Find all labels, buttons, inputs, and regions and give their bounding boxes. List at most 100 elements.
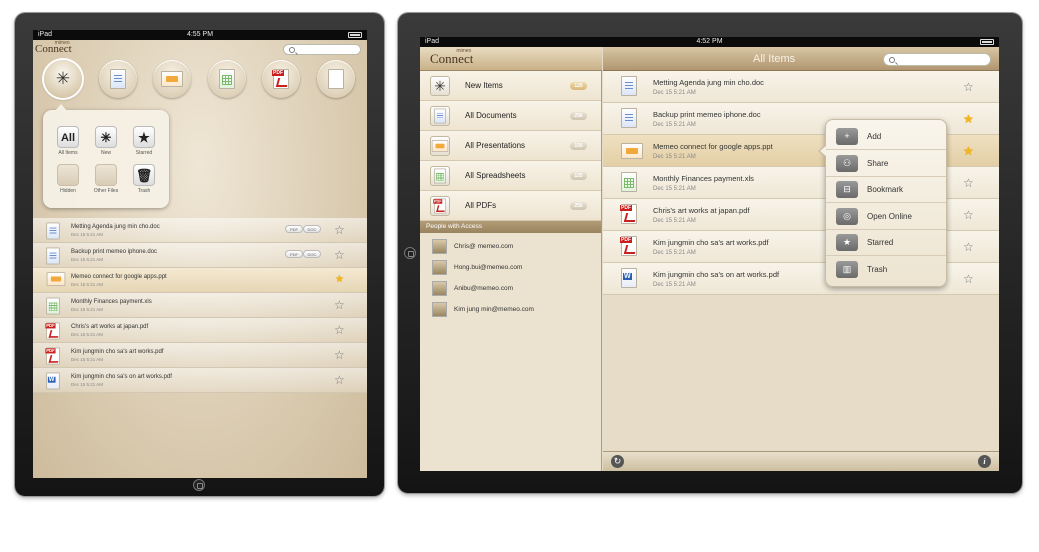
category-button-3[interactable] bbox=[207, 60, 246, 98]
file-name: Metting Agenda jung min cho.doc bbox=[653, 78, 764, 87]
filter-label: All Items bbox=[58, 150, 78, 156]
file-row[interactable]: Monthly Finances payment.xls Dec 15 5:21 … bbox=[33, 293, 367, 318]
menu-item-label: Trash bbox=[867, 264, 888, 274]
file-date: Dec 15 5:21 AM bbox=[653, 122, 696, 128]
convert-doc-button[interactable]: DOC bbox=[303, 225, 321, 233]
filter-other-files-button[interactable] bbox=[95, 164, 117, 186]
star-icon[interactable]: ☆ bbox=[334, 324, 345, 336]
star-icon[interactable]: ☆ bbox=[963, 241, 974, 253]
star-icon[interactable]: ★ bbox=[963, 145, 974, 157]
menu-item-starred[interactable]: ★ Starred bbox=[826, 230, 946, 256]
info-icon[interactable]: i bbox=[978, 455, 991, 468]
person-item[interactable]: Chris@ memeo.com bbox=[420, 237, 601, 258]
menu-item-open-online[interactable]: ◎ Open Online bbox=[826, 204, 946, 230]
pdf-file-icon bbox=[620, 236, 637, 256]
bookmark-icon: ⊟ bbox=[836, 181, 858, 198]
file-name: Chris's art works at japan.pdf bbox=[653, 206, 750, 215]
sidebar-icon-frame: ✳ bbox=[430, 76, 450, 96]
search-input[interactable] bbox=[883, 53, 991, 66]
ipad-landscape: iPad 4:52 PM mimeo Connect All Items ✳ Ne… bbox=[398, 13, 1022, 493]
convert-doc-button[interactable]: DOC bbox=[303, 250, 321, 258]
file-row[interactable]: Metting Agenda jung min cho.doc Dec 15 5:… bbox=[33, 218, 367, 243]
home-button[interactable] bbox=[404, 247, 416, 259]
menu-item-share[interactable]: ⚇ Share bbox=[826, 151, 946, 177]
file-date: Dec 15 5:21 AM bbox=[653, 250, 696, 256]
refresh-icon[interactable]: ↻ bbox=[611, 455, 624, 468]
search-icon bbox=[889, 57, 895, 63]
search-input[interactable] bbox=[283, 44, 361, 55]
filter-hidden-button[interactable] bbox=[57, 164, 79, 186]
pdf-file-icon bbox=[45, 347, 60, 365]
file-row[interactable]: Kim jungmin cho sa's art works.pdf Dec 15… bbox=[33, 343, 367, 368]
star-icon[interactable]: ☆ bbox=[963, 177, 974, 189]
pdf-file-icon bbox=[45, 322, 60, 340]
sidebar-item-all-pdfs[interactable]: All PDFs 256 bbox=[420, 191, 601, 221]
file-date: Dec 15 5:21 AM bbox=[71, 232, 104, 237]
category-button-4[interactable] bbox=[262, 60, 300, 98]
star-icon[interactable]: ☆ bbox=[334, 249, 345, 261]
convert-pdf-button[interactable]: PDF bbox=[285, 250, 303, 258]
document-icon bbox=[109, 69, 126, 89]
person-email: Anibu@memeo.com bbox=[454, 285, 513, 292]
battery-icon bbox=[980, 39, 994, 45]
blank-file-icon bbox=[327, 69, 344, 89]
category-button-0[interactable]: ✳ bbox=[44, 60, 82, 98]
category-button-5[interactable] bbox=[316, 60, 355, 98]
star-icon[interactable]: ☆ bbox=[334, 374, 345, 386]
avatar bbox=[432, 239, 447, 254]
file-row[interactable]: Chris's art works at japan.pdf Dec 15 5:2… bbox=[33, 318, 367, 343]
file-date: Dec 15 5:21 AM bbox=[71, 307, 104, 312]
main-header: All Items bbox=[603, 47, 999, 71]
star-icon[interactable]: ☆ bbox=[334, 299, 345, 311]
count-badge: 256 bbox=[570, 112, 587, 120]
menu-item-bookmark[interactable]: ⊟ Bookmark bbox=[826, 177, 946, 203]
person-item[interactable]: Hong.bui@memeo.com bbox=[420, 258, 601, 279]
sidebar-header: mimeo Connect bbox=[420, 47, 602, 71]
convert-pdf-button[interactable]: PDF bbox=[285, 225, 303, 233]
file-row[interactable]: Backup print memeo iphone.doc Dec 15 5:21… bbox=[33, 243, 367, 268]
doc-file-icon bbox=[621, 108, 637, 128]
person-item[interactable]: Anibu@memeo.com bbox=[420, 279, 601, 300]
file-name: Monthly Finances payment.xls bbox=[71, 299, 152, 305]
category-button-2[interactable] bbox=[153, 60, 191, 98]
star-icon[interactable]: ☆ bbox=[963, 81, 974, 93]
star-icon[interactable]: ★ bbox=[335, 274, 344, 286]
file-row[interactable]: Memeo connect for google apps.ppt Dec 15 … bbox=[33, 268, 367, 293]
star-icon[interactable]: ☆ bbox=[963, 273, 974, 285]
filter-starred-button[interactable]: ★ bbox=[133, 126, 155, 148]
menu-item-trash[interactable]: ▥ Trash bbox=[826, 257, 946, 283]
action-menu: + Add ⚇ Share ⊟ Bookmark ◎ Open Online ★ Starred ▥… bbox=[818, 119, 947, 287]
menu-item-label: Bookmark bbox=[867, 185, 904, 194]
file-row[interactable]: Kim jungmin cho sa's on art works.pdf Dec… bbox=[33, 368, 367, 393]
person-item[interactable]: Kim jung min@memeo.com bbox=[420, 300, 601, 321]
logo-small-text: mimeo bbox=[456, 48, 472, 54]
star-icon[interactable]: ☆ bbox=[334, 349, 345, 361]
category-button-1[interactable] bbox=[98, 60, 137, 98]
filter-trash-button[interactable]: 🗑 bbox=[133, 164, 155, 186]
filter-label: New bbox=[100, 150, 111, 156]
avatar bbox=[432, 260, 447, 275]
sidebar-item-new-items[interactable]: ✳ New Items 125 bbox=[420, 71, 601, 101]
asterisk-icon: ✳ bbox=[55, 69, 71, 88]
sidebar-item-all-documents[interactable]: All Documents 256 bbox=[420, 101, 601, 131]
header-bar: mimeo Connect bbox=[33, 40, 367, 60]
presentation-icon bbox=[431, 140, 449, 152]
filter-all-items-button[interactable]: All bbox=[57, 126, 79, 148]
file-name: Memeo connect for google apps.ppt bbox=[71, 274, 167, 280]
sidebar-item-all-spreadsheets[interactable]: All Spreadsheets 125 bbox=[420, 161, 601, 191]
file-name: Memeo connect for google apps.ppt bbox=[653, 142, 773, 151]
home-button[interactable] bbox=[193, 479, 205, 491]
app-logo: mimeo Connect bbox=[35, 40, 72, 55]
star-icon[interactable]: ★ bbox=[963, 113, 974, 125]
file-name: Backup print memeo iphone.doc bbox=[653, 110, 761, 119]
filter-new-button[interactable]: ✳ bbox=[95, 126, 117, 148]
file-date: Dec 15 5:21 AM bbox=[71, 282, 104, 287]
menu-item-add[interactable]: + Add bbox=[826, 124, 946, 150]
sidebar-item-label: All Documents bbox=[465, 111, 517, 120]
star-icon[interactable]: ☆ bbox=[963, 209, 974, 221]
status-bar: iPad 4:52 PM bbox=[420, 37, 999, 47]
sidebar-item-all-presentations[interactable]: All Presentations 156 bbox=[420, 131, 601, 161]
star-icon[interactable]: ☆ bbox=[334, 224, 345, 236]
file-name: Chris's art works at japan.pdf bbox=[71, 324, 149, 330]
file-row[interactable]: Metting Agenda jung min cho.doc Dec 15 5:… bbox=[603, 71, 999, 103]
